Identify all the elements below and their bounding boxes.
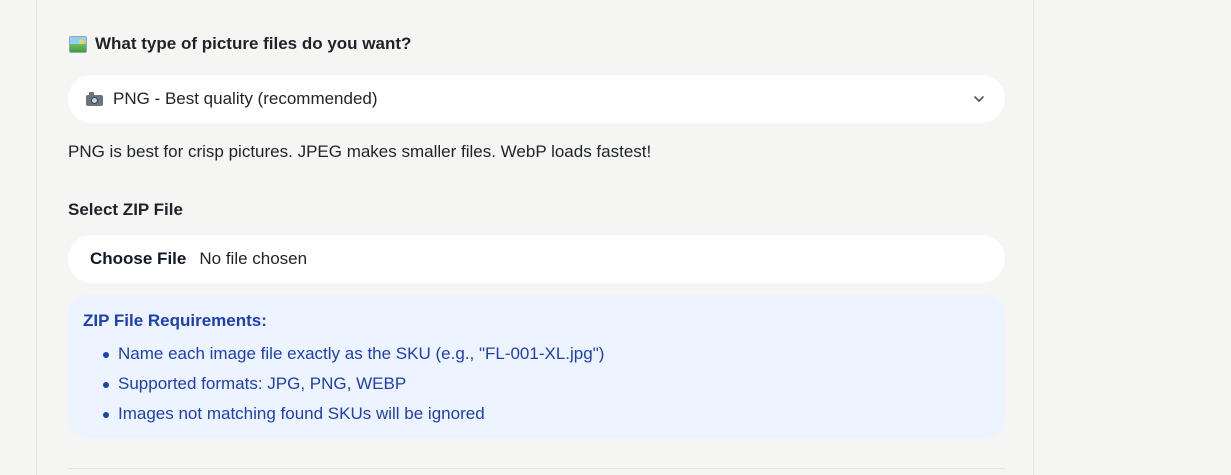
requirements-title: ZIP File Requirements: [83, 311, 267, 330]
zip-file-label: Select ZIP File [68, 200, 183, 219]
image-format-selected-value: PNG - Best quality (recommended) [113, 89, 378, 108]
requirements-list: Name each image file exactly as the SKU … [83, 339, 990, 429]
image-format-select[interactable]: PNG - Best quality (recommended) [68, 75, 1005, 123]
chevron-down-icon [971, 91, 987, 107]
zip-file-input[interactable]: Choose File No file chosen [68, 235, 1005, 283]
format-question: What type of picture files do you want? [69, 34, 411, 54]
file-status: No file chosen [199, 249, 308, 268]
requirement-item: Supported formats: JPG, PNG, WEBP [103, 369, 990, 399]
form-panel: What type of picture files do you want? … [36, 0, 1034, 475]
format-hint: PNG is best for crisp pictures. JPEG mak… [68, 142, 652, 161]
format-question-label: What type of picture files do you want? [95, 34, 412, 53]
requirement-item: Name each image file exactly as the SKU … [103, 339, 990, 369]
camera-icon [86, 92, 103, 106]
section-divider [68, 468, 1005, 469]
requirement-item: Images not matching found SKUs will be i… [103, 399, 990, 429]
picture-icon [69, 35, 87, 53]
zip-requirements-box: ZIP File Requirements: Name each image f… [68, 294, 1005, 438]
choose-file-button[interactable]: Choose File [90, 249, 186, 269]
